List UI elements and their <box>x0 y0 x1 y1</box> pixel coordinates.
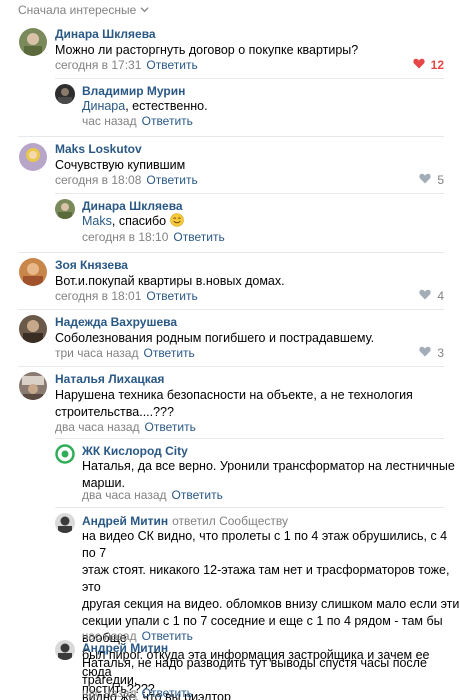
comment-text: Сочувствую купившим <box>55 158 186 172</box>
avatar[interactable] <box>19 372 47 400</box>
comment-author[interactable]: Андрей Митин <box>82 641 168 655</box>
comment-author[interactable]: Надежда Вахрушева <box>55 315 177 329</box>
comment-text-line: этаж стоят. никакого 12-этажа там нет и … <box>82 563 450 594</box>
divider <box>55 78 444 79</box>
replied-to: ответил Сообществу <box>172 514 288 528</box>
like-button[interactable]: 4 <box>419 289 444 303</box>
comment-text: Соболезнования родным погибшего и постра… <box>55 331 375 345</box>
chevron-down-icon <box>140 3 149 17</box>
avatar[interactable] <box>55 199 75 219</box>
comment-author[interactable]: Maks Loskutov <box>55 142 142 156</box>
comment-text-line: другая секция на видео. обломков внизу с… <box>82 597 460 611</box>
avatar[interactable] <box>55 513 75 533</box>
like-count: 3 <box>437 346 444 360</box>
comment-author[interactable]: Зоя Князева <box>55 258 128 272</box>
comment-text: Наталья, да все верно. Уронили трансформ… <box>82 458 455 492</box>
sort-dropdown[interactable]: Сначала интересные <box>18 3 149 17</box>
comment-text: Вот.и.покупай квартиры в.новых домах. <box>55 274 285 288</box>
comment-text: Динара, естественно. <box>82 98 208 115</box>
divider <box>18 252 444 253</box>
heart-icon <box>419 346 431 360</box>
comment-meta: сегодня в 17:31 Ответить <box>55 58 198 72</box>
comment-text-line: Наталья, не надо разводить тут выводы сп… <box>82 656 427 687</box>
comment-time[interactable]: два часа назад <box>82 488 167 502</box>
comment-text-line: Наталья, да все верно. Уронили трансформ… <box>82 459 455 473</box>
divider <box>18 136 444 137</box>
reply-button[interactable]: Ответить <box>142 686 193 700</box>
comment-time[interactable]: час назад <box>82 114 137 128</box>
avatar[interactable] <box>19 143 47 171</box>
avatar[interactable] <box>19 258 47 286</box>
heart-icon <box>419 289 431 303</box>
sort-label: Сначала интересные <box>18 3 137 17</box>
comment-text-body: , спасибо <box>111 214 167 228</box>
comment-author-name[interactable]: Андрей Митин <box>82 514 168 528</box>
avatar[interactable] <box>19 28 47 56</box>
like-button[interactable]: 3 <box>419 346 444 360</box>
comment-meta: час назад Ответить <box>82 686 193 700</box>
heart-icon <box>419 173 431 187</box>
comment-meta: час назад Ответить <box>82 114 193 128</box>
reply-button[interactable]: Ответить <box>146 58 197 72</box>
like-count: 4 <box>437 289 444 303</box>
heart-icon <box>413 58 425 72</box>
comment-time[interactable]: три часа назад <box>55 346 138 360</box>
like-button[interactable]: 5 <box>419 173 444 187</box>
comment-time[interactable]: сегодня в 18:08 <box>55 173 141 187</box>
reply-button[interactable]: Ответить <box>146 289 197 303</box>
comment-time[interactable]: час назад <box>82 686 137 700</box>
reply-button[interactable]: Ответить <box>145 420 196 434</box>
comment-time[interactable]: два часа назад <box>55 420 140 434</box>
comment-meta: три часа назад Ответить <box>55 346 195 360</box>
comment-author[interactable]: Владимир Мурин <box>82 84 185 98</box>
reply-button[interactable]: Ответить <box>143 346 194 360</box>
avatar[interactable] <box>19 315 47 343</box>
divider <box>18 309 444 310</box>
divider <box>55 193 444 194</box>
comment-meta: сегодня в 18:08 Ответить <box>55 173 198 187</box>
reply-button[interactable]: Ответить <box>172 488 223 502</box>
comment-text: Нарушена техника безопасности на объекте… <box>55 387 413 421</box>
comment-meta: два часа назад Ответить <box>55 420 196 434</box>
mention-link[interactable]: Динара <box>82 99 125 113</box>
smiling-face-icon <box>169 213 184 227</box>
avatar[interactable] <box>55 84 75 104</box>
comment-text-body: , естественно. <box>125 99 208 113</box>
comment-author[interactable]: Наталья Лихацкая <box>55 372 164 386</box>
comment-author[interactable]: ЖК Кислород City <box>82 444 188 458</box>
divider <box>55 507 444 508</box>
comment-text-line: Нарушена техника безопасности на объекте… <box>55 388 413 402</box>
reply-button[interactable]: Ответить <box>142 114 193 128</box>
like-count: 5 <box>437 173 444 187</box>
comment-author[interactable]: Динара Шкляева <box>82 199 183 213</box>
avatar[interactable] <box>55 640 75 660</box>
comment-meta: два часа назад Ответить <box>82 488 223 502</box>
avatar[interactable] <box>55 444 75 464</box>
comment-time[interactable]: сегодня в 18:01 <box>55 289 141 303</box>
comment-text-line: на видео СК видно, что пролеты с 1 по 4 … <box>82 529 448 560</box>
like-button[interactable]: 12 <box>413 58 444 72</box>
comment-text: Maks, спасибо <box>82 213 184 230</box>
reply-button[interactable]: Ответить <box>173 230 224 244</box>
reply-button[interactable]: Ответить <box>146 173 197 187</box>
comment-text-line: строительства....??? <box>55 405 174 419</box>
comment-time[interactable]: сегодня в 17:31 <box>55 58 141 72</box>
comment-meta: сегодня в 18:01 Ответить <box>55 289 198 303</box>
like-count: 12 <box>430 58 444 72</box>
comment-author[interactable]: Андрей Митин ответил Сообществу <box>82 514 288 528</box>
comment-author[interactable]: Динара Шкляева <box>55 27 156 41</box>
comment-time[interactable]: сегодня в 18:10 <box>82 230 168 244</box>
comment-text: Можно ли расторгнуть договор о покупке к… <box>55 43 359 57</box>
divider <box>55 438 444 439</box>
divider <box>18 366 444 367</box>
mention-link[interactable]: Maks <box>82 214 112 228</box>
comment-meta: сегодня в 18:10 Ответить <box>82 230 225 244</box>
